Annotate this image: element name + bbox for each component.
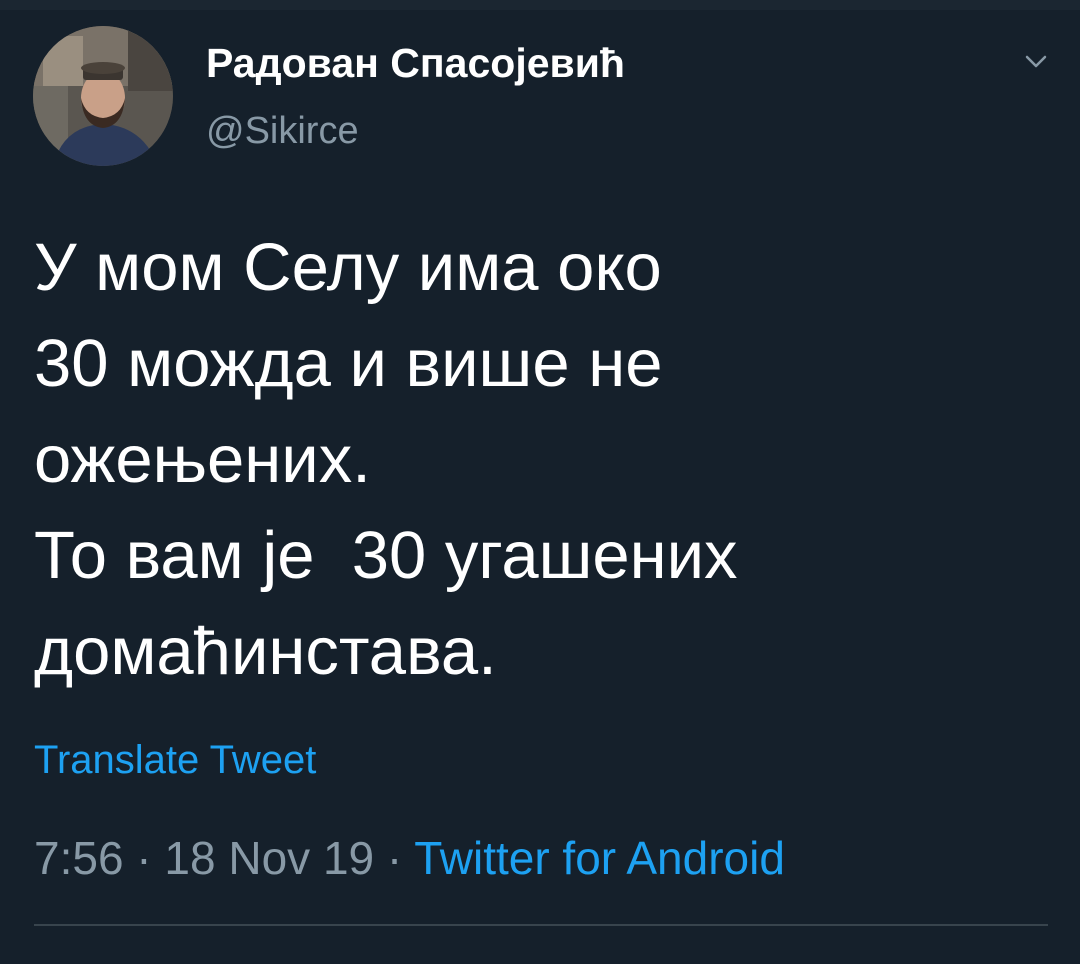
tweet-meta: 7:56 · 18 Nov 19 · Twitter for Android [34, 831, 785, 885]
tweet-text-line: домаћинстава. [34, 614, 497, 689]
translate-tweet-link[interactable]: Translate Tweet [34, 738, 316, 783]
tweet-text-line: То вам је 30 угашених [34, 518, 738, 593]
chevron-down-icon[interactable] [1018, 48, 1054, 78]
tweet-text: У мом Селу има око 30 можда и више не ож… [34, 220, 1034, 700]
tweet-text-line: 30 можда и више не [34, 326, 663, 401]
tweet-source-link[interactable]: Twitter for Android [414, 832, 785, 884]
author-display-name[interactable]: Радован Спасојевић [206, 40, 625, 87]
avatar-image [33, 26, 173, 166]
tweet-text-line: У мом Селу има око [34, 230, 662, 305]
top-divider [0, 0, 1080, 10]
bottom-divider [34, 924, 1048, 926]
tweet-date[interactable]: 18 Nov 19 [164, 832, 374, 884]
meta-separator: · [123, 832, 165, 884]
meta-separator: · [374, 832, 415, 884]
avatar[interactable] [33, 26, 173, 166]
tweet-time[interactable]: 7:56 [34, 832, 124, 884]
author-handle[interactable]: @Sikirce [206, 110, 359, 153]
tweet-text-line: ожењених. [34, 422, 371, 497]
